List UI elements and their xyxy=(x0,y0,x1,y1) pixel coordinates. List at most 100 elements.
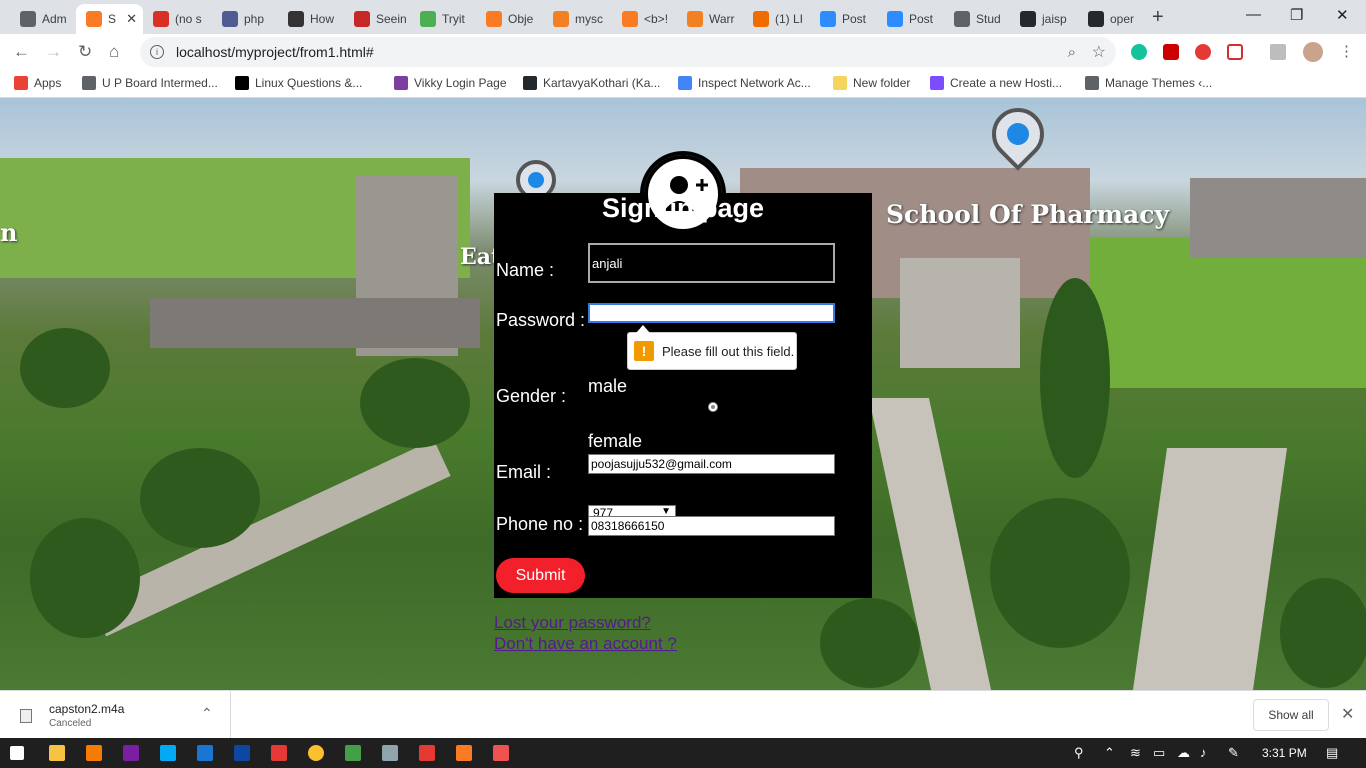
forward-button[interactable]: → xyxy=(45,42,62,62)
bookmark-item[interactable]: KartavyaKothari (Ka... xyxy=(523,76,660,90)
gender-radio[interactable] xyxy=(708,402,718,412)
tab-6[interactable]: Seein xyxy=(344,4,410,34)
home-button[interactable]: ⌂ xyxy=(109,42,119,62)
info-icon[interactable]: i xyxy=(150,45,164,59)
tab-16[interactable]: jaisp xyxy=(1010,4,1078,34)
bookmark-item[interactable]: U P Board Intermed... xyxy=(82,76,218,90)
bookmark-item[interactable]: Apps xyxy=(14,76,61,90)
tab-3[interactable]: (no s xyxy=(143,4,212,34)
avatar[interactable] xyxy=(1303,42,1323,62)
chrome-icon[interactable] xyxy=(308,745,324,761)
chevron-up-icon[interactable]: ⌃ xyxy=(1104,745,1115,761)
bookmark-item[interactable]: New folder xyxy=(833,76,910,90)
wifi-icon[interactable]: ≋ xyxy=(1130,745,1141,761)
show-all-button[interactable]: Show all xyxy=(1253,699,1329,731)
back-button[interactable]: ← xyxy=(13,42,30,62)
tab-10[interactable]: <b>! xyxy=(612,4,677,34)
bookmark-icon xyxy=(833,76,847,90)
tab-14[interactable]: Post xyxy=(877,4,944,34)
media-control-icon[interactable] xyxy=(1270,44,1286,60)
volume-icon[interactable]: ♪ xyxy=(1200,745,1207,760)
download-filename[interactable]: capston2.m4a xyxy=(49,702,124,716)
tree xyxy=(20,328,110,408)
tab-5[interactable]: How xyxy=(278,4,344,34)
brave-icon[interactable] xyxy=(493,745,509,761)
new-tab-button[interactable]: + xyxy=(1152,6,1164,29)
close-tab-icon[interactable]: ✕ xyxy=(126,11,137,27)
tab-11[interactable]: Warr xyxy=(677,4,743,34)
tab-2[interactable]: S ✕ xyxy=(76,4,143,34)
chevron-up-icon[interactable]: ⌃ xyxy=(201,705,213,722)
tab-7[interactable]: Tryit xyxy=(410,4,476,34)
notifications-icon[interactable]: ▤ xyxy=(1326,745,1338,761)
email-input[interactable] xyxy=(588,454,835,474)
github-icon xyxy=(1020,11,1036,27)
w3-icon xyxy=(420,11,436,27)
tab-17[interactable]: oper xyxy=(1078,4,1144,34)
app-icon[interactable] xyxy=(271,745,287,761)
app-icon[interactable] xyxy=(419,745,435,761)
bookmark-item[interactable]: Vikky Login Page xyxy=(394,76,507,90)
app-icon[interactable] xyxy=(382,745,398,761)
address-bar[interactable]: i localhost/myproject/from1.html# ⌕ ☆ xyxy=(140,37,1116,67)
search-icon[interactable]: ⌕ xyxy=(1068,44,1076,61)
tab-4[interactable]: php xyxy=(212,4,278,34)
bookmark-item[interactable]: Inspect Network Ac... xyxy=(678,76,811,90)
tab-15[interactable]: Stud xyxy=(944,4,1010,34)
file-explorer-icon[interactable] xyxy=(49,745,65,761)
pen-icon[interactable]: ✎ xyxy=(1228,745,1239,761)
close-icon[interactable]: ✕ xyxy=(1341,704,1354,724)
tab-13[interactable]: Post xyxy=(810,4,877,34)
tree xyxy=(820,598,920,688)
windows-start-icon[interactable] xyxy=(10,746,24,760)
password-input[interactable] xyxy=(588,303,835,323)
app-icon[interactable] xyxy=(345,745,361,761)
url-text[interactable]: localhost/myproject/from1.html# xyxy=(176,44,374,60)
youtube-extension-icon[interactable] xyxy=(1163,44,1179,60)
tab-label: Warr xyxy=(709,12,735,26)
phone-input[interactable] xyxy=(588,516,835,536)
tab-1[interactable]: Adm xyxy=(10,4,76,34)
minimize-button[interactable]: — xyxy=(1246,6,1261,23)
app-icon[interactable] xyxy=(123,745,139,761)
app-icon[interactable] xyxy=(234,745,250,761)
bookmark-star-icon[interactable]: ☆ xyxy=(1092,42,1106,62)
tab-8[interactable]: Obje xyxy=(476,4,543,34)
globe-icon xyxy=(954,11,970,27)
menu-icon[interactable]: ⋮ xyxy=(1339,42,1354,60)
bookmark-item[interactable]: Linux Questions &... xyxy=(235,76,362,90)
bookmark-icon xyxy=(930,76,944,90)
grammarly-extension-icon[interactable] xyxy=(1131,44,1147,60)
building-glass xyxy=(900,258,1020,368)
bookmark-item[interactable]: Manage Themes ‹... xyxy=(1085,76,1212,90)
tree xyxy=(1280,578,1366,688)
close-window-button[interactable]: ✕ xyxy=(1336,6,1349,24)
taskbar-clock[interactable]: 3:31 PM xyxy=(1262,746,1307,760)
pdf-extension-icon[interactable] xyxy=(1227,44,1243,60)
submit-button[interactable]: Submit xyxy=(496,558,585,593)
lost-password-link[interactable]: Lost your password? xyxy=(494,613,651,633)
maximize-button[interactable]: ❐ xyxy=(1290,6,1303,24)
tab-label: <b>! xyxy=(644,12,669,26)
bookmark-label: Inspect Network Ac... xyxy=(698,76,811,90)
app-icon[interactable] xyxy=(160,745,176,761)
cloud-icon[interactable]: ☁ xyxy=(1177,745,1190,761)
gender-female-label: female xyxy=(588,431,643,451)
sublime-icon[interactable] xyxy=(86,745,102,761)
bookmark-item[interactable]: Create a new Hosti... xyxy=(930,76,1062,90)
signup-link[interactable]: Don't have an account ? xyxy=(494,634,677,654)
password-label: Password : xyxy=(496,310,586,330)
tab-12[interactable]: (1) LI xyxy=(743,4,810,34)
stackoverflow-icon xyxy=(687,11,703,27)
name-input[interactable] xyxy=(588,243,835,283)
tab-label: Post xyxy=(842,12,867,26)
xampp-icon[interactable] xyxy=(456,745,472,761)
keyboard-icon[interactable] xyxy=(197,745,213,761)
red-extension-icon[interactable] xyxy=(1195,44,1211,60)
reload-button[interactable]: ↻ xyxy=(78,42,92,62)
tab-9[interactable]: mysc xyxy=(543,4,612,34)
people-icon[interactable]: ⚲ xyxy=(1074,745,1084,761)
globe-icon xyxy=(20,11,36,27)
stackoverflow-icon xyxy=(553,11,569,27)
battery-icon[interactable]: ▭ xyxy=(1153,745,1165,761)
